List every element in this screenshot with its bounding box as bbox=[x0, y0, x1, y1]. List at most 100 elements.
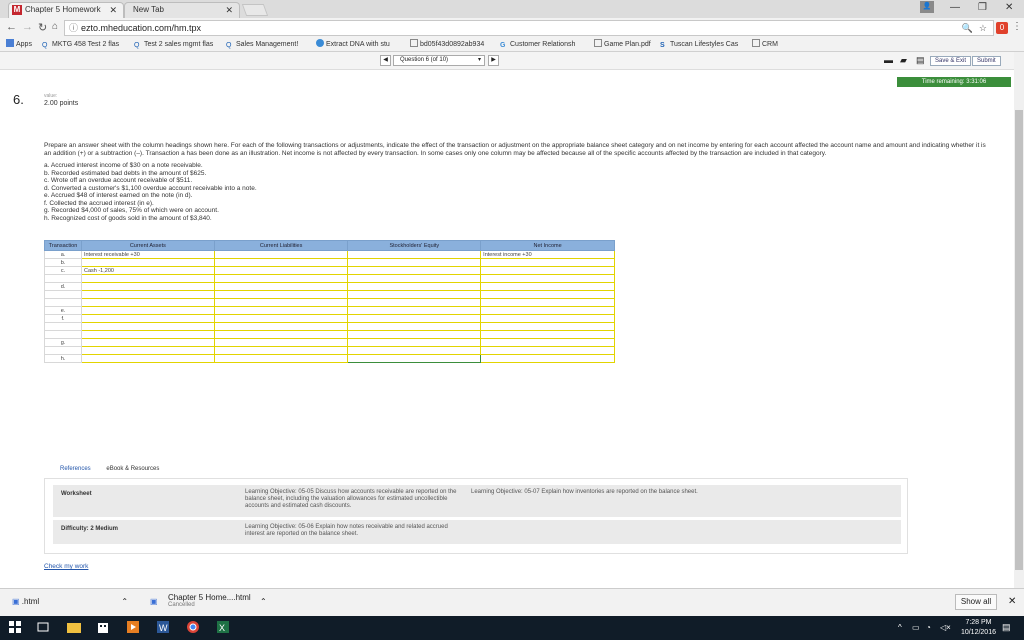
close-downloads-icon[interactable]: ✕ bbox=[1008, 596, 1016, 607]
current-liabilities-input[interactable] bbox=[213, 250, 349, 259]
current-liabilities-input[interactable] bbox=[213, 298, 349, 307]
current-assets-input[interactable] bbox=[80, 322, 215, 331]
printer-icon[interactable]: ▰ bbox=[900, 55, 907, 66]
net-income-input[interactable] bbox=[480, 274, 615, 283]
net-income-input[interactable] bbox=[480, 306, 615, 315]
net-income-input[interactable] bbox=[480, 338, 615, 347]
chrome-icon[interactable] bbox=[186, 620, 202, 636]
close-tab-icon[interactable]: ✕ bbox=[225, 3, 233, 17]
store-icon[interactable] bbox=[96, 620, 112, 636]
minimize-icon[interactable]: — bbox=[950, 2, 960, 13]
bookmark-test2[interactable]: Q Test 2 sales mgmt flas bbox=[134, 38, 213, 51]
chevron-up-icon[interactable]: ⌃ bbox=[121, 597, 128, 606]
current-assets-input[interactable] bbox=[80, 306, 215, 315]
current-liabilities-input[interactable] bbox=[213, 346, 349, 355]
current-assets-input[interactable] bbox=[80, 274, 215, 283]
tab-chapter-5-homework[interactable]: M Chapter 5 Homework ✕ bbox=[8, 2, 124, 18]
tab-new-tab[interactable]: New Tab ✕ bbox=[124, 2, 240, 18]
excel-icon[interactable]: X bbox=[216, 620, 232, 636]
current-assets-input[interactable] bbox=[80, 282, 215, 291]
bookmark-crm[interactable]: CRM bbox=[752, 38, 778, 51]
prev-question-button[interactable]: ◀ bbox=[380, 55, 391, 66]
scrollbar-thumb[interactable] bbox=[1015, 110, 1023, 570]
current-liabilities-input[interactable] bbox=[213, 322, 349, 331]
stockholders-equity-input[interactable] bbox=[347, 314, 482, 323]
current-assets-input[interactable] bbox=[80, 338, 215, 347]
current-liabilities-input[interactable] bbox=[213, 258, 349, 267]
current-assets-input[interactable] bbox=[80, 258, 215, 267]
battery-icon[interactable]: ▭ bbox=[912, 623, 920, 632]
current-liabilities-input[interactable] bbox=[213, 290, 349, 299]
stockholders-equity-input[interactable] bbox=[347, 266, 482, 275]
tray-chevron-icon[interactable]: ^ bbox=[898, 623, 902, 632]
task-view-icon[interactable] bbox=[36, 620, 52, 636]
calculator-icon[interactable]: ▤ bbox=[916, 55, 925, 66]
current-assets-input[interactable] bbox=[80, 298, 215, 307]
profile-icon[interactable]: 👤 bbox=[920, 1, 934, 13]
net-income-input[interactable] bbox=[480, 266, 615, 275]
submit-button[interactable]: Submit bbox=[972, 56, 1001, 66]
current-assets-input[interactable] bbox=[80, 330, 215, 339]
next-question-button[interactable]: ▶ bbox=[488, 55, 499, 66]
windows-start-icon[interactable] bbox=[8, 620, 24, 636]
bookmark-game-plan[interactable]: Game Plan.pdf bbox=[594, 38, 651, 51]
bookmark-crm-google[interactable]: G Customer Relationsh bbox=[500, 38, 575, 51]
current-assets-input[interactable] bbox=[80, 354, 215, 363]
forward-icon[interactable]: → bbox=[22, 21, 33, 33]
tab-ebook-resources[interactable]: eBook & Resources bbox=[106, 466, 159, 472]
current-assets-input[interactable]: Cash -1,200 bbox=[80, 266, 215, 275]
file-explorer-icon[interactable] bbox=[66, 620, 82, 636]
home-icon[interactable]: ⌂ bbox=[52, 21, 58, 32]
stockholders-equity-input[interactable] bbox=[347, 298, 482, 307]
download-item-html[interactable]: ▣ .html ⌃ bbox=[12, 597, 128, 606]
net-income-input[interactable]: Interest income +30 bbox=[480, 250, 615, 259]
stockholders-equity-input[interactable] bbox=[347, 274, 482, 283]
stockholders-equity-input[interactable] bbox=[347, 322, 482, 331]
current-assets-input[interactable]: Interest receivable +30 bbox=[80, 250, 215, 259]
stockholders-equity-input[interactable] bbox=[347, 258, 482, 267]
current-assets-input[interactable] bbox=[80, 314, 215, 323]
bookmark-mktg[interactable]: Q MKTG 458 Test 2 flas bbox=[42, 38, 119, 51]
net-income-input[interactable] bbox=[480, 330, 615, 339]
net-income-input[interactable] bbox=[480, 314, 615, 323]
restore-icon[interactable]: ❐ bbox=[978, 2, 987, 13]
net-income-input[interactable] bbox=[480, 346, 615, 355]
menu-icon[interactable]: ⋮ bbox=[1012, 21, 1022, 32]
net-income-input[interactable] bbox=[480, 298, 615, 307]
media-player-icon[interactable] bbox=[126, 620, 142, 636]
stockholders-equity-input[interactable] bbox=[347, 306, 482, 315]
extension-icon[interactable]: 0 bbox=[996, 22, 1008, 34]
download-item-chapter5[interactable]: ▣ Chapter 5 Home....html Cancelled ⌃ bbox=[150, 593, 267, 608]
reload-icon[interactable]: ↻ bbox=[38, 21, 47, 34]
current-liabilities-input[interactable] bbox=[213, 354, 349, 363]
bookmark-apps[interactable]: Apps bbox=[6, 38, 32, 51]
zoom-icon[interactable]: 🔍 bbox=[962, 21, 973, 35]
volume-icon[interactable]: ◁× bbox=[940, 623, 951, 632]
bookmark-star-icon[interactable]: ☆ bbox=[979, 21, 987, 35]
net-income-input[interactable] bbox=[480, 354, 615, 363]
stockholders-equity-input[interactable] bbox=[347, 354, 482, 363]
close-tab-icon[interactable]: ✕ bbox=[109, 3, 117, 17]
current-liabilities-input[interactable] bbox=[213, 306, 349, 315]
print-icon[interactable]: ▬ bbox=[884, 55, 893, 65]
save-exit-button[interactable]: Save & Exit bbox=[930, 56, 972, 66]
stockholders-equity-input[interactable] bbox=[347, 290, 482, 299]
question-select[interactable]: Question 6 (of 10) ▾ bbox=[393, 55, 485, 66]
stockholders-equity-input[interactable] bbox=[347, 338, 482, 347]
net-income-input[interactable] bbox=[480, 322, 615, 331]
current-liabilities-input[interactable] bbox=[213, 314, 349, 323]
stockholders-equity-input[interactable] bbox=[347, 250, 482, 259]
current-liabilities-input[interactable] bbox=[213, 330, 349, 339]
stockholders-equity-input[interactable] bbox=[347, 330, 482, 339]
bookmark-dna[interactable]: Extract DNA with stu bbox=[316, 38, 390, 51]
back-icon[interactable]: ← bbox=[6, 21, 17, 33]
chevron-up-icon[interactable]: ⌃ bbox=[260, 597, 267, 606]
bookmark-sales[interactable]: Q Sales Management! bbox=[226, 38, 298, 51]
current-liabilities-input[interactable] bbox=[213, 338, 349, 347]
current-liabilities-input[interactable] bbox=[213, 274, 349, 283]
bookmark-bd05[interactable]: bd05f43d0892ab934 bbox=[410, 38, 484, 51]
bookmark-tuscan[interactable]: S Tuscan Lifestyles Cas bbox=[660, 38, 738, 51]
net-income-input[interactable] bbox=[480, 282, 615, 291]
address-bar[interactable]: ⓘ ezto.mheducation.com/hm.tpx 🔍 ☆ bbox=[64, 20, 994, 36]
current-assets-input[interactable] bbox=[80, 346, 215, 355]
